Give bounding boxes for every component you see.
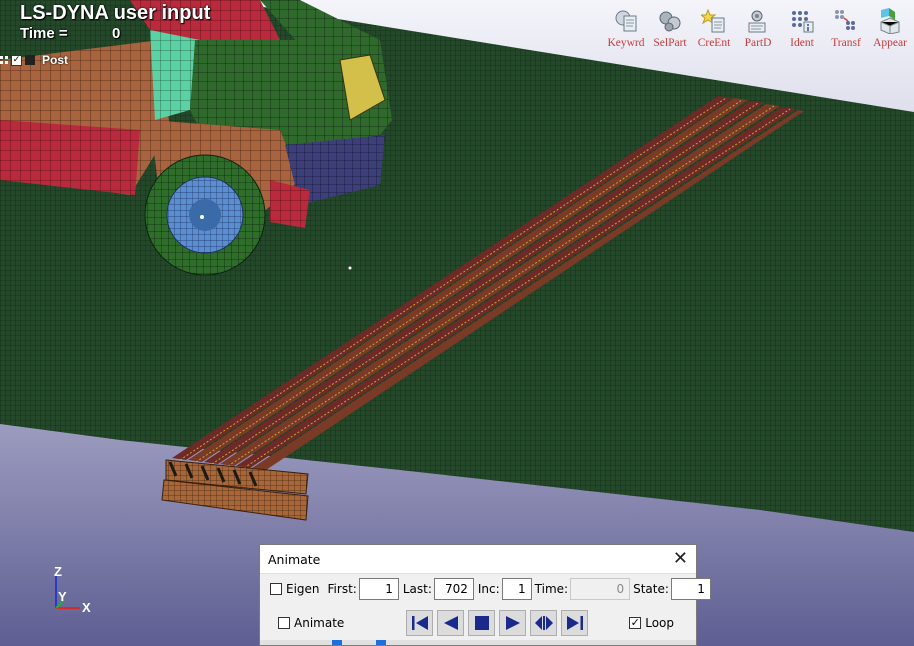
create-entity-label: CreEnt bbox=[697, 37, 731, 49]
time-input: 0 bbox=[570, 578, 631, 600]
time-field-label: Time: bbox=[534, 582, 569, 596]
post-check-icon[interactable]: ✓ bbox=[11, 54, 22, 66]
dialog-bottom-strip bbox=[260, 640, 696, 645]
post-indicator[interactable]: ✓ Post bbox=[0, 53, 68, 67]
axis-z-label: Z bbox=[54, 564, 62, 579]
time-value: 0 bbox=[112, 25, 121, 42]
scroll-marker bbox=[376, 640, 386, 645]
identify-icon bbox=[792, 11, 814, 33]
identify-label: Ident bbox=[790, 37, 814, 49]
inc-label: Inc: bbox=[477, 582, 500, 596]
keyword-label: Keywrd bbox=[607, 37, 645, 49]
animate-checkbox[interactable]: Animate bbox=[278, 616, 344, 630]
state-label: State: bbox=[633, 582, 669, 596]
bounce-play-icon bbox=[534, 616, 553, 630]
graphics-viewport[interactable]: LS-DYNA user input Time = 0 ✓ Post Keywr… bbox=[0, 0, 914, 646]
part-data-button[interactable]: PartD bbox=[736, 8, 780, 49]
last-frame-button[interactable] bbox=[561, 610, 589, 636]
part-data-label: PartD bbox=[744, 37, 772, 49]
axis-triad: Z Y X bbox=[54, 564, 91, 615]
last-label: Last: bbox=[402, 582, 432, 596]
axis-y-label: Y bbox=[58, 589, 67, 604]
create-entity-icon bbox=[701, 8, 725, 33]
appearance-button[interactable]: Appear bbox=[868, 8, 912, 49]
animate-dialog: Animate ✕ Eigen First: 1 Last: 702 Inc: … bbox=[259, 544, 711, 646]
node-marker bbox=[348, 266, 352, 270]
select-part-button[interactable]: SelPart bbox=[648, 8, 692, 49]
transform-icon bbox=[835, 10, 855, 30]
first-frame-icon bbox=[411, 616, 428, 630]
axis-x-label: X bbox=[82, 600, 91, 615]
scroll-marker bbox=[332, 640, 342, 645]
keyword-button[interactable]: Keywrd bbox=[604, 8, 648, 49]
appearance-label: Appear bbox=[873, 37, 907, 49]
last-frame-icon bbox=[566, 616, 583, 630]
post-swatch bbox=[25, 55, 35, 65]
state-input[interactable]: 1 bbox=[670, 578, 711, 600]
first-label: First: bbox=[327, 582, 357, 596]
grid-icon bbox=[0, 56, 8, 64]
transform-button[interactable]: Transf bbox=[824, 8, 868, 49]
stop-button[interactable] bbox=[468, 610, 496, 636]
animate-label: Animate bbox=[294, 616, 345, 630]
first-frame-button[interactable] bbox=[406, 610, 434, 636]
increment-input[interactable]: 1 bbox=[501, 578, 532, 600]
bounce-play-button[interactable] bbox=[530, 610, 558, 636]
play-icon bbox=[505, 616, 520, 630]
reverse-play-button[interactable] bbox=[437, 610, 465, 636]
transform-label: Transf bbox=[831, 37, 861, 49]
post-label: Post bbox=[42, 53, 69, 67]
close-icon[interactable]: ✕ bbox=[673, 550, 688, 568]
loop-label: Loop bbox=[645, 616, 674, 630]
identify-button[interactable]: Ident bbox=[780, 8, 824, 49]
reverse-play-icon bbox=[443, 616, 458, 630]
create-entity-button[interactable]: CreEnt bbox=[692, 8, 736, 49]
keyword-icon bbox=[615, 10, 637, 32]
playback-row: Animate ✓ Loop bbox=[278, 610, 692, 636]
animate-checkbox-box[interactable] bbox=[278, 617, 290, 629]
eigen-label: Eigen bbox=[286, 582, 320, 596]
frame-range-row: Eigen First: 1 Last: 702 Inc: 1 Time: 0 … bbox=[270, 578, 711, 600]
loop-checkbox[interactable]: ✓ Loop bbox=[629, 616, 674, 630]
loop-checkbox-box[interactable]: ✓ bbox=[629, 617, 642, 629]
last-frame-input[interactable]: 702 bbox=[433, 578, 474, 600]
viewport-title: LS-DYNA user input bbox=[20, 2, 211, 24]
dialog-title: Animate bbox=[268, 551, 321, 567]
select-part-icon bbox=[659, 11, 681, 32]
eigen-checkbox-box[interactable] bbox=[270, 583, 282, 595]
select-part-label: SelPart bbox=[653, 37, 687, 49]
tool-palette: Keywrd SelPart CreEnt PartD Ident Transf… bbox=[604, 8, 912, 49]
playback-controls bbox=[406, 610, 589, 636]
stop-icon bbox=[474, 616, 489, 630]
part-data-icon bbox=[748, 10, 766, 33]
first-frame-input[interactable]: 1 bbox=[358, 578, 399, 600]
play-button[interactable] bbox=[499, 610, 527, 636]
appearance-icon bbox=[880, 8, 900, 34]
time-label: Time = bbox=[20, 25, 68, 42]
dialog-titlebar[interactable]: Animate ✕ bbox=[260, 545, 696, 574]
eigen-checkbox[interactable]: Eigen bbox=[270, 582, 320, 596]
